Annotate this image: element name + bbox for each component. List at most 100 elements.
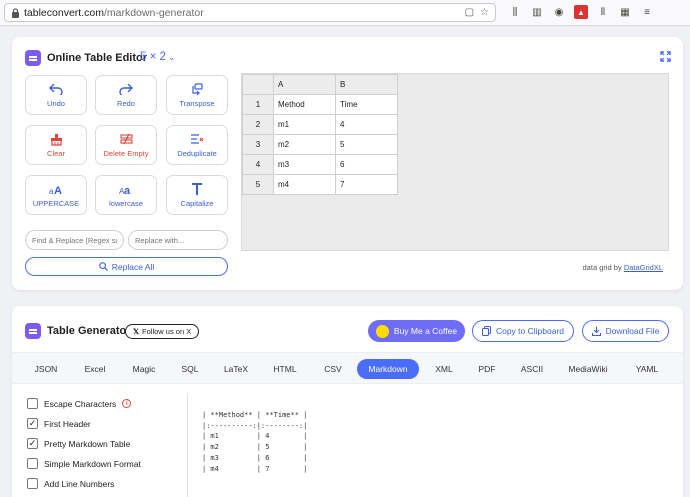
grid-cell[interactable]: 4 — [335, 114, 398, 135]
fullscreen-icon[interactable] — [660, 51, 671, 62]
column-header[interactable]: A — [273, 74, 336, 95]
address-bar[interactable]: tableconvert.com/markdown-generator ▢ ☆ — [4, 3, 496, 22]
lock-icon — [12, 8, 19, 18]
tab-pdf[interactable]: PDF — [471, 359, 503, 379]
grid-credit: data grid by DataGridXL — [582, 263, 663, 272]
row-header[interactable]: 4 — [242, 154, 274, 175]
grid-cell[interactable]: 6 — [335, 154, 398, 175]
row-header[interactable]: 3 — [242, 134, 274, 155]
tab-yaml[interactable]: YAML — [629, 359, 665, 379]
grid-cell[interactable]: 5 — [335, 134, 398, 155]
row-header[interactable]: 1 — [242, 94, 274, 115]
redo-button[interactable]: Redo — [95, 75, 157, 115]
checkbox-checked[interactable]: ✓ — [27, 438, 38, 449]
grid-cell[interactable]: 7 — [335, 174, 398, 195]
data-grid[interactable]: A B 1 Method Time 2 m1 4 3 m2 5 4 m3 6 5… — [241, 73, 669, 251]
download-file-button[interactable]: Download File — [582, 320, 669, 342]
delete-empty-button[interactable]: Delete Empty — [95, 125, 157, 165]
coffee-icon — [375, 324, 389, 338]
tab-xml[interactable]: XML — [428, 359, 460, 379]
download-icon — [591, 326, 601, 336]
svg-text:A: A — [54, 185, 62, 195]
replace-all-button[interactable]: Replace All — [25, 257, 228, 276]
tab-magic[interactable]: Magic — [128, 359, 160, 379]
option-simple-markdown[interactable]: Simple Markdown Format — [27, 458, 141, 469]
generator-title: Table Generator — [47, 325, 131, 337]
option-first-header[interactable]: ✓ First Header — [27, 418, 91, 429]
generator-logo-icon — [25, 323, 41, 339]
row-header[interactable]: 2 — [242, 114, 274, 135]
editor-logo-icon — [25, 50, 41, 66]
tab-mediawiki[interactable]: MediaWiki — [563, 359, 613, 379]
capitalize-button[interactable]: Capitalize — [166, 175, 228, 215]
tab-excel[interactable]: Excel — [79, 359, 111, 379]
lowercase-button[interactable]: Aa lowercase — [95, 175, 157, 215]
account-icon[interactable]: ◉ — [552, 5, 566, 19]
grid-cell[interactable]: m3 — [273, 154, 336, 175]
row-header[interactable]: 5 — [242, 174, 274, 195]
buy-coffee-button[interactable]: Buy Me a Coffee — [368, 320, 465, 342]
search-icon — [98, 262, 108, 271]
checkbox[interactable] — [27, 478, 38, 489]
divider — [187, 394, 188, 497]
markdown-output[interactable]: | **Method** | **Time** | |:----------:|… — [202, 410, 307, 474]
uppercase-button[interactable]: aA UPPERCASE — [25, 175, 87, 215]
option-escape-characters[interactable]: Escape Characters i — [27, 398, 132, 409]
bookmark-star-icon[interactable]: ☆ — [480, 7, 489, 18]
grid-row: 1 Method Time — [242, 94, 398, 115]
page-action-icon[interactable]: ▢ — [465, 7, 474, 18]
table-size-selector[interactable]: 5 × 2 ⌄ — [140, 51, 175, 63]
tab-ascii[interactable]: ASCII — [515, 359, 549, 379]
grid-cell[interactable]: m1 — [273, 114, 336, 135]
checkbox[interactable] — [27, 458, 38, 469]
sidebar-icon[interactable]: ▥ — [530, 5, 544, 19]
find-input[interactable] — [25, 230, 124, 250]
table-generator-panel: Table Generator 𝕏 Follow us on X Buy Me … — [12, 306, 683, 497]
format-tabs: JSON Excel Magic SQL LaTeX HTML CSV Mark… — [12, 352, 683, 384]
extension-grid-icon[interactable]: ▦ — [618, 5, 632, 19]
grid-cell[interactable]: m2 — [273, 134, 336, 155]
library-icon[interactable]: ⫼ — [508, 5, 522, 19]
clipboard-icon — [481, 326, 491, 336]
grid-row: 4 m3 6 — [242, 154, 398, 175]
checkbox[interactable] — [27, 398, 38, 409]
tab-latex[interactable]: LaTeX — [218, 359, 254, 379]
tab-csv[interactable]: CSV — [317, 359, 349, 379]
x-logo-icon: 𝕏 — [133, 327, 140, 336]
column-header[interactable]: B — [335, 74, 398, 95]
grid-corner[interactable] — [242, 74, 274, 95]
editor-title: Online Table Editor — [47, 52, 148, 64]
undo-button[interactable]: Undo — [25, 75, 87, 115]
tab-markdown[interactable]: Markdown — [357, 359, 419, 379]
transpose-icon — [191, 82, 203, 96]
extension-icon[interactable]: ▲ — [574, 5, 588, 19]
deduplicate-button[interactable]: Deduplicate — [166, 125, 228, 165]
tab-html[interactable]: HTML — [268, 359, 302, 379]
tab-json[interactable]: JSON — [30, 359, 62, 379]
datagridxl-link[interactable]: DataGridXL — [624, 263, 663, 272]
follow-x-button[interactable]: 𝕏 Follow us on X — [125, 324, 200, 339]
checkbox-checked[interactable]: ✓ — [27, 418, 38, 429]
grid-row: 5 m4 7 — [242, 174, 398, 195]
grid-row: 3 m2 5 — [242, 134, 398, 155]
transpose-button[interactable]: Transpose — [166, 75, 228, 115]
browser-toolbar: tableconvert.com/markdown-generator ▢ ☆ … — [0, 0, 690, 26]
deduplicate-icon — [190, 132, 204, 146]
clear-button[interactable]: Clear — [25, 125, 87, 165]
copy-clipboard-button[interactable]: Copy to Clipboard — [472, 320, 574, 342]
extension-bars-icon[interactable]: ⦀ — [596, 5, 610, 19]
menu-icon[interactable]: ≡ — [640, 5, 654, 19]
delete-empty-icon — [119, 132, 133, 146]
grid-cell[interactable]: Method — [273, 94, 336, 115]
grid-cell[interactable]: Time — [335, 94, 398, 115]
redo-icon — [119, 82, 133, 96]
tab-sql[interactable]: SQL — [175, 359, 205, 379]
capitalize-icon — [191, 182, 203, 196]
chevron-down-icon: ⌄ — [167, 52, 176, 62]
option-line-numbers[interactable]: Add Line Numbers — [27, 478, 114, 489]
grid-cell[interactable]: m4 — [273, 174, 336, 195]
info-icon[interactable]: i — [122, 399, 132, 408]
option-pretty-markdown[interactable]: ✓ Pretty Markdown Table — [27, 438, 130, 449]
svg-text:a: a — [124, 185, 131, 195]
replace-input[interactable] — [128, 230, 228, 250]
